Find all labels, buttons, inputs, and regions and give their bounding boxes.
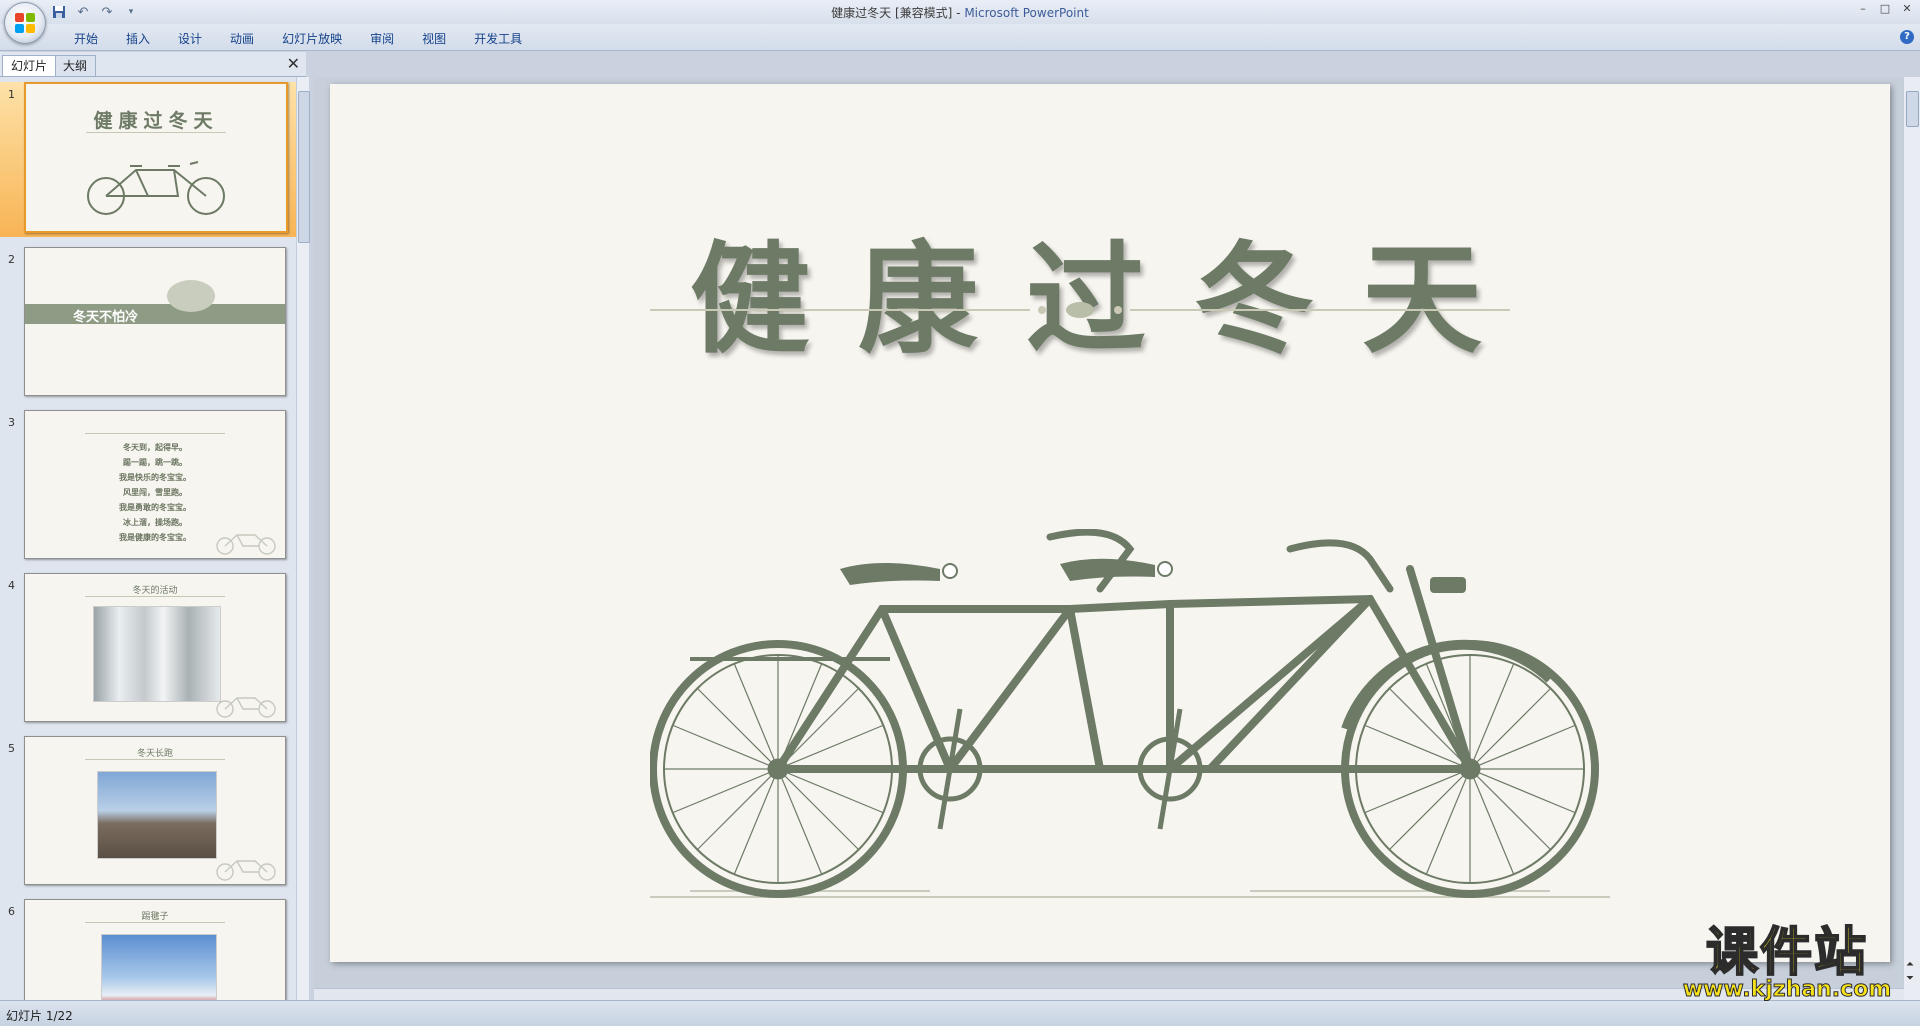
- poem-line: 我是勇敢的冬宝宝。: [119, 503, 191, 512]
- thumbnail-divider: [85, 759, 225, 760]
- slide-indicator: 幻灯片 1/22: [6, 1009, 73, 1023]
- thumbnail-slide-5[interactable]: 5 冬天长跑: [0, 736, 296, 891]
- thumbnail-divider: [85, 922, 225, 923]
- status-bar: 幻灯片 1/22: [0, 1000, 1920, 1026]
- slide-thumbnail-pane: 1 健康过冬天 2 冬天不怕冷 3 冬天到，起得早。 踢一踢，跳一跳。 我是快乐…: [0, 77, 296, 1000]
- bicycle-watermark-icon: [216, 860, 276, 881]
- thumbnail-slide-6[interactable]: 6 踢毽子: [0, 899, 296, 1000]
- thumbnail-number: 2: [8, 253, 15, 266]
- ornamental-divider: [650, 302, 1510, 318]
- previous-slide-icon[interactable]: ⏶: [1906, 959, 1914, 970]
- office-logo-icon: [15, 13, 35, 33]
- tab-developer[interactable]: 开发工具: [460, 30, 536, 47]
- thumbnail-title: 踢毽子: [141, 912, 169, 922]
- current-slide[interactable]: 健康过冬天: [330, 84, 1890, 962]
- running-photo: [97, 771, 217, 859]
- thumbnail-preview: 冬天到，起得早。 踢一踢，跳一跳。 我是快乐的冬宝宝。 风里闯，雪里跑。 我是勇…: [24, 410, 286, 559]
- ribbon: 开始 插入 设计 动画 幻灯片放映 审阅 视图 开发工具 ?: [0, 24, 1920, 51]
- poem-line: 我是快乐的冬宝宝。: [119, 473, 191, 482]
- close-button[interactable]: ✕: [1900, 2, 1914, 16]
- shuttlecock-photo: [101, 934, 217, 1000]
- thumbnail-preview: 冬天的活动: [24, 573, 286, 722]
- help-icon[interactable]: ?: [1900, 30, 1914, 44]
- thumbnail-number: 1: [8, 88, 15, 101]
- thumbnail-slide-2[interactable]: 2 冬天不怕冷: [0, 247, 296, 402]
- bicycle-watermark-icon: [216, 534, 276, 555]
- minimize-button[interactable]: –: [1856, 2, 1870, 16]
- scroll-thumb[interactable]: [298, 91, 310, 243]
- thumbnail-slide-3[interactable]: 3 冬天到，起得早。 踢一踢，跳一跳。 我是快乐的冬宝宝。 风里闯，雪里跑。 我…: [0, 410, 296, 565]
- app-name: Microsoft PowerPoint: [964, 6, 1089, 20]
- office-button[interactable]: [4, 2, 46, 44]
- ice-photo: [93, 606, 221, 702]
- thumbnail-preview: 健康过冬天: [24, 82, 288, 233]
- thumbnail-preview: 冬天长跑: [24, 736, 286, 885]
- tab-design[interactable]: 设计: [164, 30, 216, 47]
- site-watermark: 课件站 www.kjzhan.com: [1672, 923, 1902, 1003]
- tab-slides[interactable]: 幻灯片: [2, 55, 57, 76]
- slide-vertical-scrollbar[interactable]: ⏶ ⏷: [1903, 77, 1920, 1000]
- thumbnail-title: 冬天的活动: [132, 586, 178, 596]
- thumbnail-slide-1[interactable]: 1 健康过冬天: [0, 82, 296, 237]
- tab-slideshow[interactable]: 幻灯片放映: [268, 30, 356, 47]
- tab-review[interactable]: 审阅: [356, 30, 408, 47]
- watermark-url: www.kjzhan.com: [1682, 977, 1892, 1003]
- poem-line: 冰上溜，操场跑。: [123, 518, 187, 527]
- thumbnail-divider: [86, 132, 226, 133]
- thumbnail-title: 冬天长跑: [136, 749, 173, 759]
- maximize-button[interactable]: □: [1878, 2, 1892, 16]
- thumbnail-banner: [25, 304, 285, 324]
- thumbnail-number: 4: [8, 579, 15, 592]
- thumbnail-title: 冬天不怕冷: [73, 310, 139, 325]
- thumbnail-number: 6: [8, 905, 15, 918]
- thumbnail-slide-4[interactable]: 4 冬天的活动: [0, 573, 296, 728]
- thumbnail-divider: [85, 596, 225, 597]
- pane-close-icon[interactable]: ✕: [287, 54, 300, 73]
- pane-tabs: 幻灯片 大纲 ✕: [0, 52, 306, 77]
- thumbnail-preview: 冬天不怕冷: [24, 247, 286, 396]
- slide-editing-area: 健康过冬天: [314, 77, 1904, 1000]
- slide-title[interactable]: 健康过冬天: [330, 202, 1890, 376]
- poem-line: 风里闯，雪里跑。: [123, 488, 187, 497]
- title-bar: ↶ ↷ ▾ 健康过冬天 [兼容模式] - Microsoft PowerPoin…: [0, 0, 1920, 44]
- poem-line: 冬天到，起得早。: [123, 443, 187, 452]
- poem-line: 踢一踢，跳一跳。: [123, 458, 187, 467]
- thumbnail-preview: 踢毽子: [24, 899, 286, 1000]
- thumbnail-number: 5: [8, 742, 15, 755]
- watermark-logo-text: 课件站: [1705, 923, 1868, 983]
- thumbnail-title: 健康过冬天: [93, 110, 219, 132]
- window-controls: – □ ✕: [1856, 2, 1914, 16]
- title-separator: -: [952, 6, 965, 20]
- tab-home[interactable]: 开始: [60, 30, 112, 47]
- document-title: 健康过冬天 [兼容模式]: [831, 6, 953, 20]
- thumbnail-divider: [85, 433, 225, 434]
- tab-animations[interactable]: 动画: [216, 30, 268, 47]
- window-title: 健康过冬天 [兼容模式] - Microsoft PowerPoint: [0, 4, 1920, 21]
- bicycle-thumbnail-icon: [87, 161, 225, 215]
- bicycle-watermark-icon: [216, 697, 276, 718]
- tab-outline[interactable]: 大纲: [54, 55, 97, 76]
- speech-bubble-icon: [167, 280, 215, 312]
- tab-view[interactable]: 视图: [408, 30, 460, 47]
- scroll-thumb[interactable]: [1906, 91, 1919, 127]
- next-slide-icon[interactable]: ⏷: [1906, 973, 1914, 984]
- thumbnail-number: 3: [8, 416, 15, 429]
- thumbnail-scrollbar[interactable]: [296, 77, 310, 1000]
- tandem-bicycle-illustration: [650, 529, 1610, 898]
- ribbon-tabs: 开始 插入 设计 动画 幻灯片放映 审阅 视图 开发工具: [60, 30, 536, 47]
- tab-insert[interactable]: 插入: [112, 30, 164, 47]
